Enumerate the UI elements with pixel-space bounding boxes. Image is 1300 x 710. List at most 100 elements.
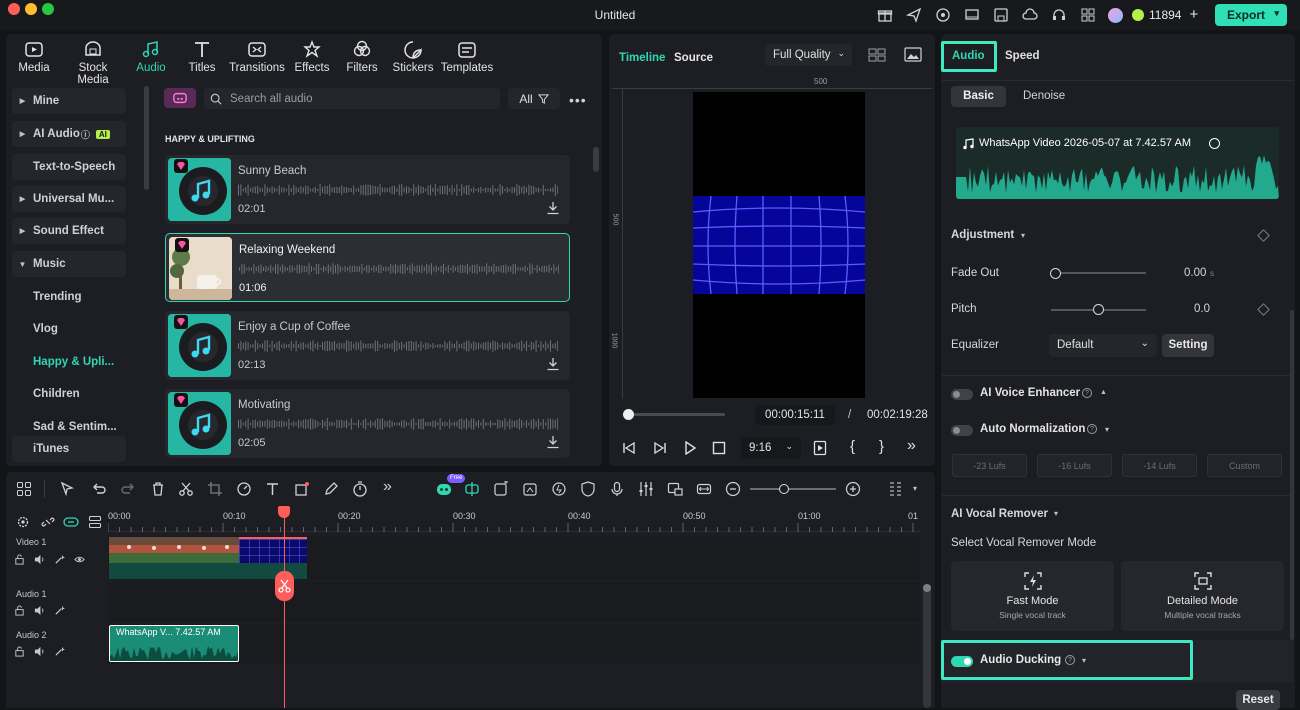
gift-icon[interactable] xyxy=(877,7,893,23)
help-icon[interactable]: ? xyxy=(1082,388,1092,398)
sidebar-item-trending[interactable]: Trending xyxy=(12,284,126,310)
speaker-icon[interactable] xyxy=(34,646,45,657)
cloud-upload-icon[interactable] xyxy=(1022,7,1038,23)
audio-search-bar[interactable]: Search all audio xyxy=(204,88,500,109)
magic-wand-icon[interactable] xyxy=(54,554,65,565)
add-credits-icon[interactable]: + xyxy=(1189,7,1198,22)
render-preview-icon[interactable] xyxy=(813,440,827,456)
help-icon[interactable]: ? xyxy=(1087,424,1097,434)
headset-icon[interactable] xyxy=(1051,7,1067,23)
magic-wand-icon[interactable] xyxy=(54,605,65,616)
tab-titles[interactable]: Titles xyxy=(172,34,232,74)
adjustment-expand-icon[interactable]: ▾ xyxy=(1021,231,1025,240)
auto-ripple-icon[interactable] xyxy=(464,481,480,497)
more-controls-icon[interactable]: » xyxy=(907,437,916,455)
mark-in-icon[interactable]: { xyxy=(850,438,855,455)
equalizer-dropdown[interactable]: Default ⌄ xyxy=(1049,334,1157,357)
stabilize-icon[interactable] xyxy=(551,481,567,497)
audio-ducking-expand-icon[interactable]: ▾ xyxy=(1082,656,1086,665)
speaker-icon[interactable] xyxy=(34,554,45,565)
chevron-down-icon[interactable]: ▾ xyxy=(1274,8,1279,19)
monitor-icon[interactable] xyxy=(964,7,980,23)
eye-icon[interactable] xyxy=(74,554,85,565)
sidebar-item-ai-audio[interactable]: ▶ AI Audio ⓘ AI xyxy=(12,121,126,147)
audio-track-card[interactable]: Enjoy a Cup of Coffee 02:13 xyxy=(165,311,570,380)
apps-grid-icon[interactable] xyxy=(1080,7,1096,23)
tab-transitions[interactable]: Transitions xyxy=(227,34,287,74)
ai-music-button[interactable] xyxy=(164,88,196,108)
tab-stickers[interactable]: Stickers xyxy=(383,34,443,74)
pitch-slider-knob[interactable] xyxy=(1093,304,1104,315)
previous-frame-icon[interactable] xyxy=(621,441,637,455)
ai-voice-enhancer-toggle[interactable] xyxy=(951,389,973,400)
send-icon[interactable] xyxy=(906,7,922,23)
aspect-ratio-dropdown[interactable]: 9:16 ⌄ xyxy=(741,437,801,459)
download-icon[interactable] xyxy=(546,201,560,215)
undo-icon[interactable] xyxy=(91,481,107,497)
play-icon[interactable] xyxy=(683,441,697,455)
video-clip-2[interactable] xyxy=(239,537,307,579)
zoom-in-icon[interactable] xyxy=(845,481,861,497)
quality-dropdown[interactable]: Full Quality ⌄ xyxy=(765,44,852,66)
pen-icon[interactable] xyxy=(323,481,339,497)
sidebar-item-text-to-speech[interactable]: Text-to-Speech xyxy=(12,154,126,180)
timer-icon[interactable] xyxy=(352,481,368,497)
sidebar-item-music[interactable]: ▼ Music xyxy=(12,251,126,277)
search-input[interactable]: Search all audio xyxy=(230,93,312,105)
vocal-remover-expand-icon[interactable]: ▾ xyxy=(1054,509,1058,518)
zoom-slider[interactable] xyxy=(750,488,836,490)
export-button[interactable]: Export ▾ xyxy=(1215,4,1287,26)
tab-audio[interactable]: Audio xyxy=(952,50,985,62)
audio-track-card[interactable]: Motivating 02:05 xyxy=(165,389,570,458)
replace-media-icon[interactable] xyxy=(522,481,538,497)
crop-icon[interactable] xyxy=(207,481,223,497)
expand-down-icon[interactable]: ▾ xyxy=(1105,425,1109,434)
tab-stock-media[interactable]: Stock Media xyxy=(63,34,123,86)
fit-width-icon[interactable] xyxy=(696,481,712,497)
lufs-custom-button[interactable]: Custom xyxy=(1207,454,1282,477)
ai-copilot-icon[interactable] xyxy=(436,481,452,497)
snapshot-icon[interactable] xyxy=(904,47,922,62)
stop-icon[interactable] xyxy=(712,441,726,455)
save-icon[interactable] xyxy=(993,7,1009,23)
audio-track-card[interactable]: Relaxing Weekend 01:06 xyxy=(165,233,570,302)
microphone-icon[interactable] xyxy=(609,481,625,497)
unlink-icon[interactable] xyxy=(41,515,55,529)
download-icon[interactable] xyxy=(546,357,560,371)
timeline-settings-icon[interactable] xyxy=(16,515,30,529)
shield-icon[interactable] xyxy=(580,481,596,497)
audio-waveform-preview[interactable]: WhatsApp Video 2026-05-07 at 7.42.57 AM xyxy=(956,127,1279,199)
grid-view-icon[interactable] xyxy=(868,48,886,62)
lufs-14-button[interactable]: -14 Lufs xyxy=(1122,454,1197,477)
panel-layout-icon[interactable] xyxy=(888,481,904,497)
select-arrow-icon[interactable] xyxy=(60,481,76,497)
split-scissors-button[interactable] xyxy=(275,571,294,601)
text-tool-icon[interactable] xyxy=(265,481,281,497)
user-avatar[interactable] xyxy=(1108,7,1123,23)
magic-wand-icon[interactable] xyxy=(54,646,65,657)
reset-button[interactable]: Reset xyxy=(1236,690,1280,710)
audio-ducking-toggle[interactable] xyxy=(951,656,973,667)
add-track-icon[interactable] xyxy=(493,481,509,497)
timeline-vertical-scrollbar[interactable] xyxy=(923,584,931,708)
picture-in-picture-icon[interactable] xyxy=(667,481,683,497)
volume-keyframe-handle[interactable] xyxy=(1209,138,1220,149)
sidebar-item-itunes[interactable]: iTunes xyxy=(12,436,126,462)
more-tools-icon[interactable]: » xyxy=(383,478,392,496)
zoom-slider-knob[interactable] xyxy=(779,484,789,494)
equalizer-setting-button[interactable]: Setting xyxy=(1162,334,1214,357)
lock-icon[interactable] xyxy=(14,605,25,616)
zoom-out-icon[interactable] xyxy=(725,481,741,497)
sidebar-scrollbar[interactable] xyxy=(144,86,149,190)
sidebar-item-mine[interactable]: ▶ Mine xyxy=(12,88,126,114)
library-scrollbar[interactable] xyxy=(593,147,599,172)
tab-timeline[interactable]: Timeline xyxy=(619,52,665,64)
sidebar-item-vlog[interactable]: Vlog xyxy=(12,316,126,342)
tab-media[interactable]: Media xyxy=(4,34,64,74)
lock-icon[interactable] xyxy=(14,554,25,565)
lock-icon[interactable] xyxy=(14,646,25,657)
playback-progress[interactable] xyxy=(623,409,725,420)
speed-icon[interactable] xyxy=(236,481,252,497)
expand-up-icon[interactable]: ▲ xyxy=(1100,389,1107,396)
cloud-sync-icon[interactable] xyxy=(935,7,951,23)
